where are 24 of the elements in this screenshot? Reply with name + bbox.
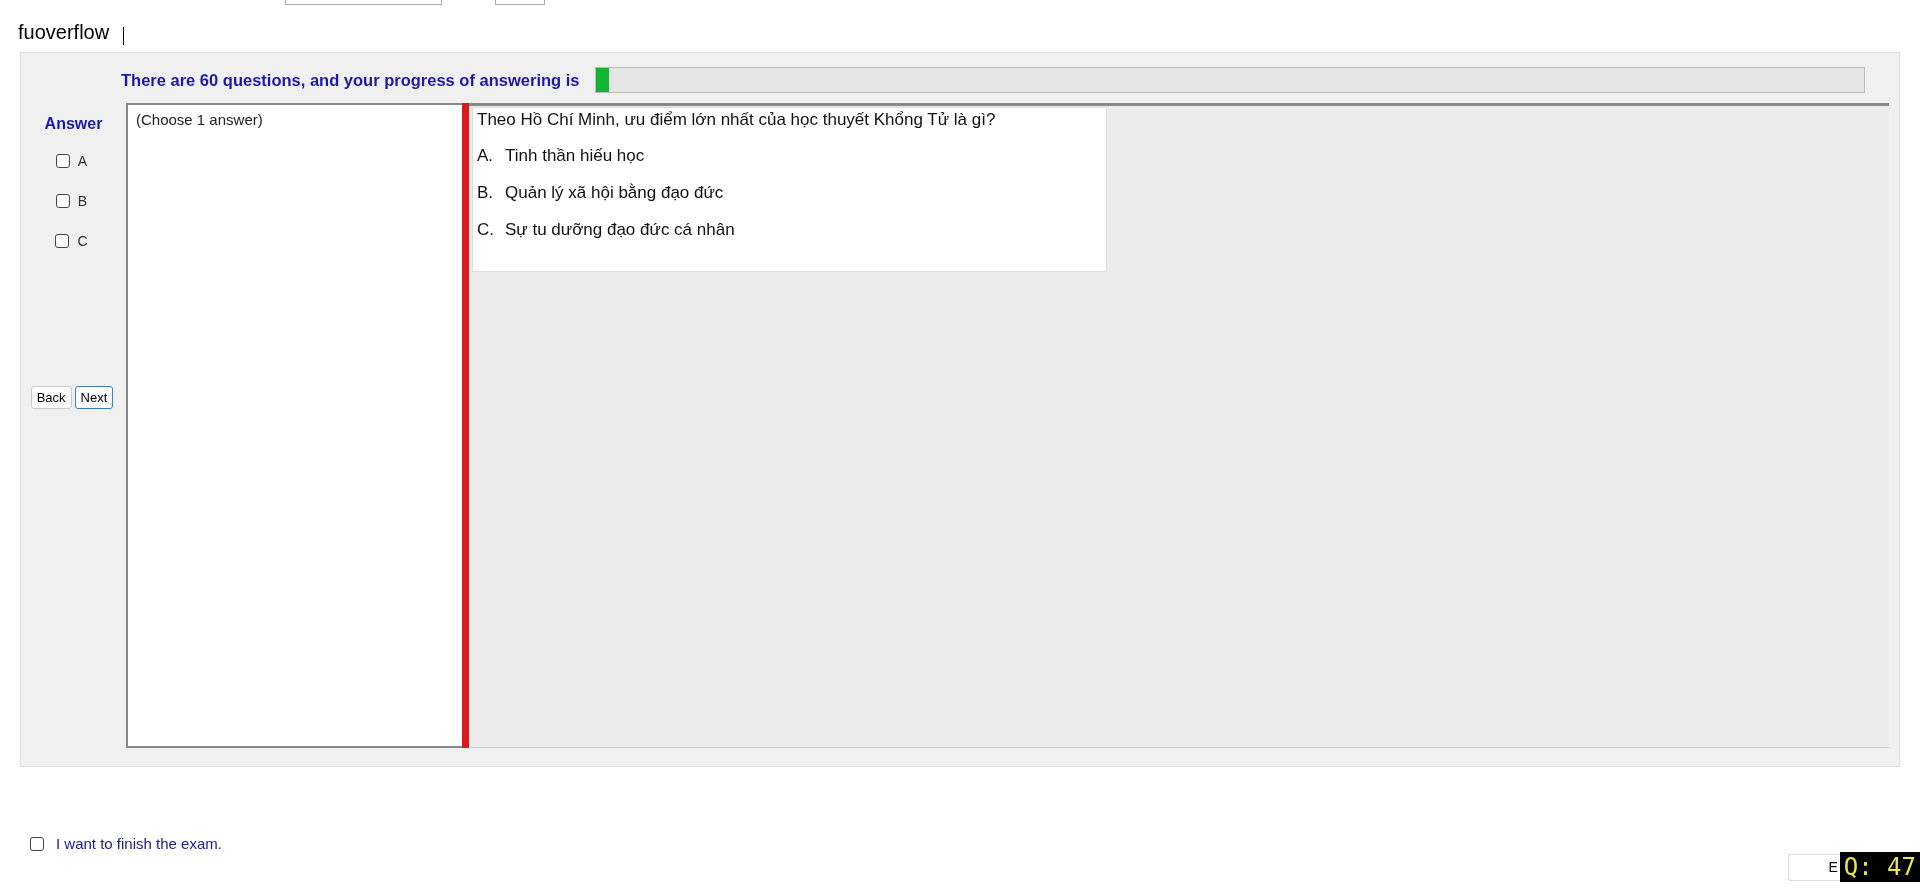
answer-label: A [77, 153, 88, 169]
finish-checkbox[interactable] [30, 836, 44, 851]
answer-checkbox[interactable] [55, 234, 70, 248]
text-cursor-icon [123, 27, 125, 45]
answer-label: C [77, 233, 88, 249]
question-text: Theo Hồ Chí Minh, ưu điểm lớn nhất của học thuyết Khổng Tử là gì? [477, 110, 997, 130]
answer-checkbox[interactable] [55, 194, 70, 208]
back-button[interactable]: Back [30, 386, 72, 409]
exit-button[interactable]: E [1787, 853, 1840, 881]
next-button[interactable]: Next [74, 386, 114, 409]
answer-checkbox[interactable] [55, 154, 70, 168]
machine-label: fuoverflow [18, 20, 110, 44]
answer-label: B [77, 193, 88, 209]
option-letter: A. [477, 146, 495, 166]
option-text: Sự tu dưỡng đạo đức cá nhân [505, 220, 735, 240]
option-letter: C. [477, 220, 495, 240]
progress-text: There are 60 questions, and your progress of answering is [121, 70, 580, 90]
finish-label: I want to finish the exam. [56, 835, 222, 852]
option-text: Quản lý xã hội bằng đạo đức [505, 183, 724, 203]
instruction-text: (Choose 1 answer) [136, 111, 263, 128]
answer-heading: Answer [44, 115, 103, 133]
option-text: Tinh thần hiếu học [505, 146, 645, 166]
question-number-badge: Q: 47 [1839, 852, 1920, 882]
option-letter: B. [477, 183, 495, 203]
